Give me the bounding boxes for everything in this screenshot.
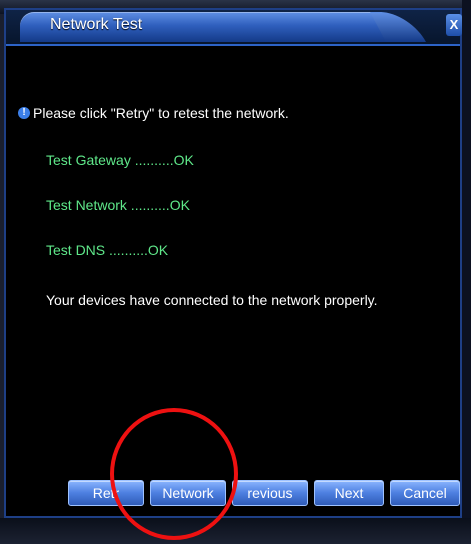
test-dns-status: Test DNS ..........OK	[46, 242, 169, 258]
info-icon: !	[18, 107, 30, 119]
test-network-status: Test Network ..........OK	[46, 197, 190, 213]
title-bar: Network Test X	[6, 10, 462, 46]
photo-border-bottom	[0, 518, 471, 544]
cancel-button[interactable]: Cancel	[390, 480, 460, 506]
title-tab: Network Test	[20, 12, 400, 42]
test-gateway-status: Test Gateway ..........OK	[46, 152, 194, 168]
retry-button[interactable]: Retr	[68, 480, 144, 506]
photo-border-right	[462, 0, 471, 544]
network-button[interactable]: Network	[150, 480, 226, 506]
previous-button[interactable]: revious	[232, 480, 308, 506]
info-message: Please click "Retry" to retest the netwo…	[33, 105, 289, 121]
button-row: Retr Network revious Next Cancel	[6, 480, 460, 514]
info-line: ! Please click "Retry" to retest the net…	[18, 105, 289, 121]
dialog-title: Network Test	[50, 16, 143, 33]
result-message: Your devices have connected to the netwo…	[46, 292, 378, 308]
network-test-dialog: Network Test X ! Please click "Retry" to…	[4, 8, 462, 518]
next-button[interactable]: Next	[314, 480, 384, 506]
close-button[interactable]: X	[446, 14, 462, 36]
